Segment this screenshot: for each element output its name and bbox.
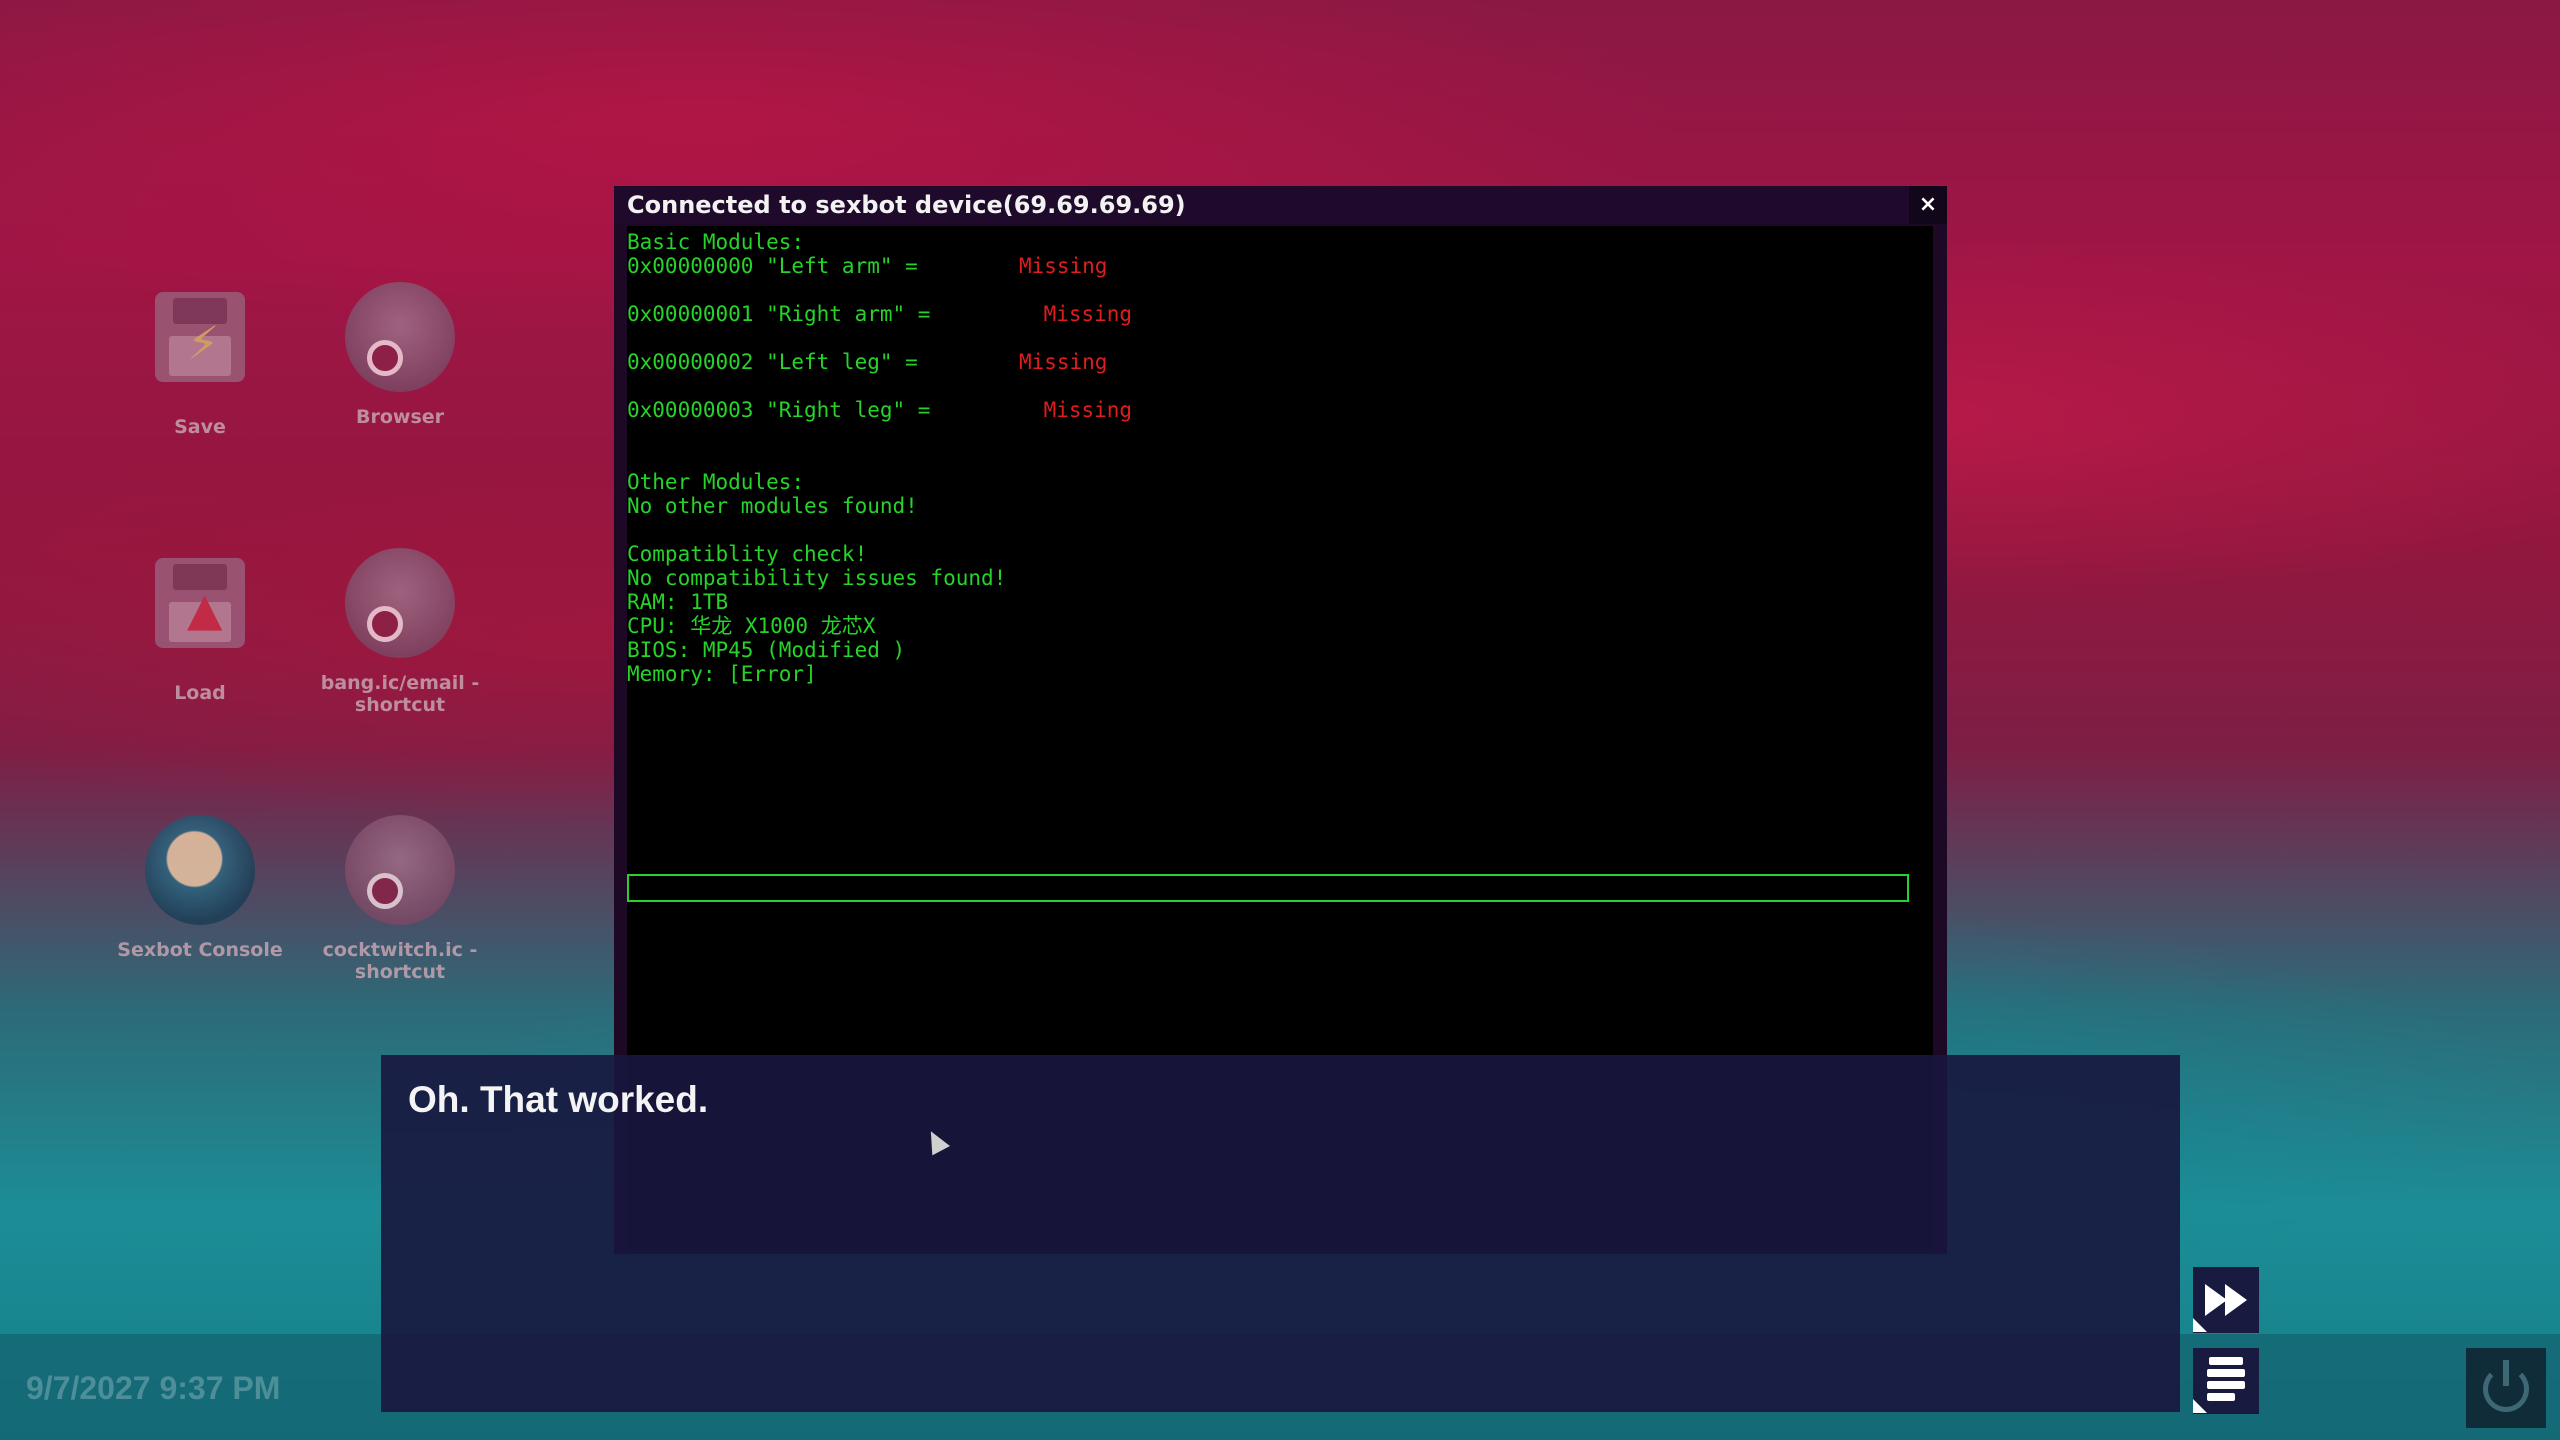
- desktop-icon-load[interactable]: ▲ Load: [110, 548, 290, 704]
- desktop-icon-cocktwitch-shortcut[interactable]: cocktwitch.ic - shortcut: [310, 815, 490, 983]
- power-button[interactable]: [2466, 1348, 2546, 1428]
- save-icon: ⚡: [145, 292, 255, 402]
- browser-shortcut-icon: [345, 548, 455, 658]
- terminal-line: CPU: 华龙 X1000 龙芯X: [627, 614, 876, 638]
- terminal-line-module: 0x00000002 "Left leg" = Missing: [627, 350, 1108, 374]
- close-icon: ×: [1918, 192, 1938, 217]
- terminal-line: Basic Modules:: [627, 230, 805, 254]
- terminal-line: No compatibility issues found!: [627, 566, 1007, 590]
- terminal-line: No other modules found!: [627, 494, 918, 518]
- corner-tab-icon: [2193, 1318, 2207, 1332]
- status-missing: Missing: [1018, 254, 1108, 278]
- terminal-line-module: 0x00000001 "Right arm" = Missing: [627, 302, 1133, 326]
- status-missing: Missing: [1043, 398, 1133, 422]
- desktop-icon-email-shortcut[interactable]: bang.ic/email - shortcut: [310, 548, 490, 716]
- command-input[interactable]: [627, 874, 1909, 902]
- terminal-titlebar[interactable]: Connected to sexbot device(69.69.69.69) …: [614, 186, 1947, 224]
- terminal-line: BIOS: MP45 (Modified ): [627, 638, 906, 662]
- desktop-icon-save[interactable]: ⚡ Save: [110, 282, 290, 438]
- desktop-icon-browser[interactable]: Browser: [310, 282, 490, 428]
- desktop-icon-label: bang.ic/email - shortcut: [320, 672, 480, 716]
- dialogue-box[interactable]: Oh. That worked.: [381, 1055, 2180, 1412]
- desktop-icon-label: Sexbot Console: [117, 939, 283, 961]
- browser-icon: [345, 282, 455, 392]
- terminal-line: Other Modules:: [627, 470, 805, 494]
- status-missing: Missing: [1018, 350, 1108, 374]
- desktop-icon-label: Load: [174, 682, 226, 704]
- desktop-icon-label: Save: [174, 416, 226, 438]
- status-missing: Missing: [1043, 302, 1133, 326]
- terminal-line: Compatiblity check!: [627, 542, 868, 566]
- load-icon: ▲: [145, 558, 255, 668]
- taskbar-clock: 9/7/2027 9:37 PM: [26, 1370, 281, 1406]
- desktop-icon-sexbot-console[interactable]: Sexbot Console: [110, 815, 290, 961]
- dialogue-text: Oh. That worked.: [408, 1079, 709, 1120]
- terminal-title: Connected to sexbot device(69.69.69.69): [627, 191, 1186, 219]
- terminal-line: RAM: 1TB: [627, 590, 729, 614]
- browser-shortcut-icon: [345, 815, 455, 925]
- desktop-icon-label: Browser: [355, 406, 445, 428]
- close-button[interactable]: ×: [1909, 186, 1947, 224]
- terminal-line-module: 0x00000000 "Left arm" = Missing: [627, 254, 1108, 278]
- desktop-icon-label: cocktwitch.ic - shortcut: [322, 939, 478, 983]
- corner-tab-icon: [2193, 1399, 2207, 1413]
- terminal-line-module: 0x00000003 "Right leg" = Missing: [627, 398, 1133, 422]
- character-avatar-icon: [145, 815, 255, 925]
- terminal-line: Memory: [Error]: [627, 662, 817, 686]
